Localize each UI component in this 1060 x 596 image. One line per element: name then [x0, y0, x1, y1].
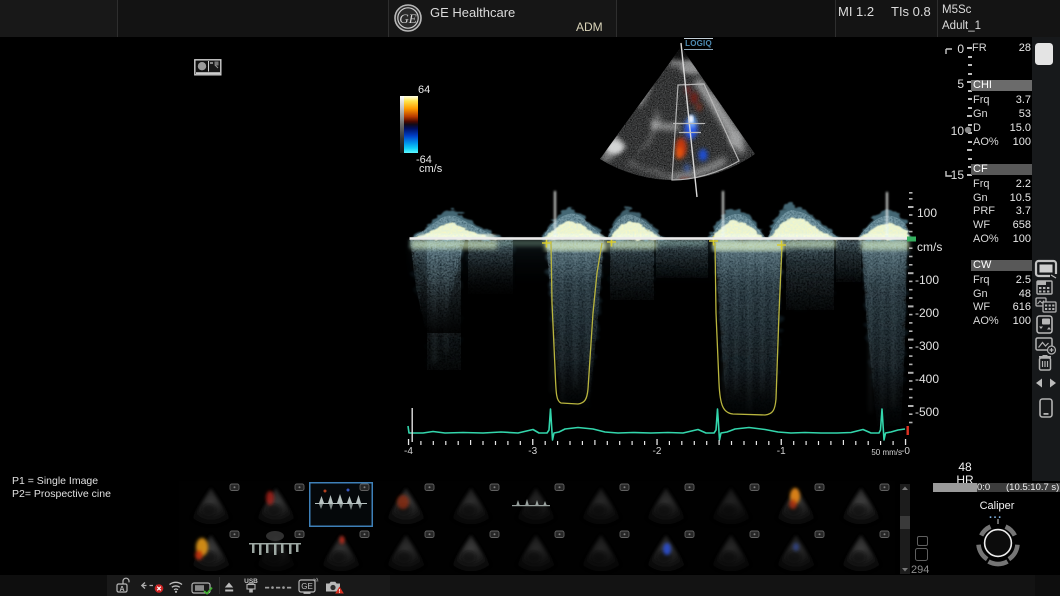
svg-text:0: 0: [957, 42, 964, 56]
svg-text:15: 15: [951, 168, 965, 182]
svg-text:A: A: [119, 586, 124, 593]
svg-text:-4: -4: [404, 446, 413, 457]
svg-text:-400: -400: [915, 372, 939, 386]
svg-text:GE: GE: [301, 582, 313, 591]
svg-text:100: 100: [917, 206, 937, 220]
svg-text:!: !: [339, 589, 341, 595]
svg-text:GE: GE: [399, 11, 416, 26]
svg-text:-100: -100: [915, 273, 939, 287]
svg-text:-3: -3: [528, 446, 537, 457]
svg-text:-500: -500: [915, 405, 939, 419]
svg-text:-1: -1: [777, 446, 786, 457]
svg-text:5: 5: [957, 77, 964, 91]
svg-text:10: 10: [951, 124, 965, 138]
svg-text:-300: -300: [915, 339, 939, 353]
svg-text:50 mm/s: 50 mm/s: [871, 448, 902, 457]
svg-text:cm/s: cm/s: [917, 240, 942, 254]
svg-text:-2: -2: [653, 446, 662, 457]
svg-text:-0: -0: [901, 446, 910, 457]
svg-text:-200: -200: [915, 306, 939, 320]
